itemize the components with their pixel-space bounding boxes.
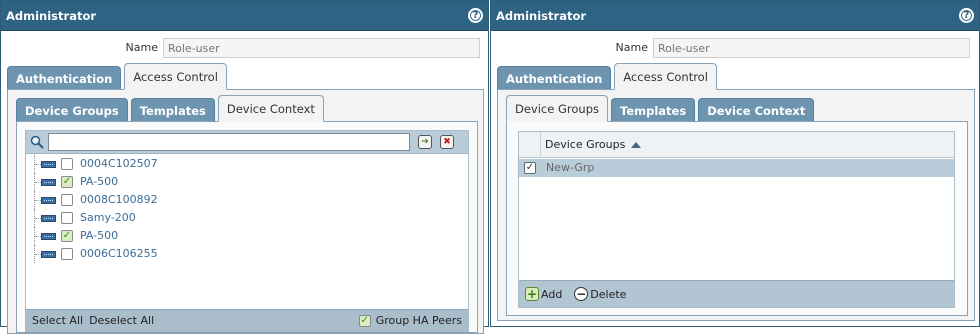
inner-tabs: Device Groups Templates Device Context: [16, 95, 327, 122]
plus-icon: +: [525, 287, 539, 301]
add-button[interactable]: + Add: [525, 287, 562, 301]
tab-authentication[interactable]: Authentication: [497, 66, 612, 90]
tab-access-control[interactable]: Access Control: [614, 63, 717, 90]
name-row: Name: [491, 38, 980, 58]
device-row[interactable]: 0008C100892: [26, 191, 468, 209]
tab-authentication[interactable]: Authentication: [7, 66, 122, 90]
name-input[interactable]: [653, 38, 970, 58]
tab-access-control[interactable]: Access Control: [124, 63, 227, 90]
help-icon[interactable]: ?: [959, 8, 974, 23]
device-list-box: ➜ ✖ 0004C102507 ✓ PA-500 0008C100892 Sam…: [25, 130, 469, 332]
firewall-device-icon: [41, 251, 56, 258]
grid-footer: + Add − Delete: [519, 280, 954, 307]
search-input[interactable]: [48, 133, 410, 151]
dialog-titlebar: Administrator ?: [491, 1, 979, 31]
device-row[interactable]: 0004C102507: [26, 155, 468, 173]
delete-label: Delete: [590, 287, 627, 301]
device-label: 0006C106255: [80, 247, 158, 260]
device-groups-panel: Device Groups ✓ New-Grp + Add − Delete: [506, 121, 968, 316]
column-header-text: Device Groups: [545, 138, 626, 151]
device-row[interactable]: ✓ PA-500: [26, 227, 468, 245]
minus-icon: −: [574, 287, 589, 301]
name-label: Name: [615, 41, 648, 54]
device-label: 0008C100892: [80, 193, 158, 206]
tab-templates[interactable]: Templates: [130, 98, 215, 122]
firewall-device-icon: [41, 197, 56, 204]
tree-connector: [34, 227, 41, 245]
search-bar: ➜ ✖: [26, 131, 468, 154]
device-label: PA-500: [80, 229, 119, 242]
outer-tabs: Authentication Access Control: [497, 63, 720, 90]
group-ha-peers-label: Group HA Peers: [375, 314, 462, 327]
grid-header: Device Groups: [519, 131, 954, 158]
device-row[interactable]: 0006C106255: [26, 245, 468, 263]
firewall-device-icon: [41, 161, 56, 168]
close-icon[interactable]: ✖: [440, 135, 454, 149]
name-label: Name: [125, 41, 158, 54]
sort-ascending-icon: [631, 142, 642, 148]
tree-connector: [34, 173, 41, 191]
device-checkbox[interactable]: [61, 212, 73, 224]
tree-connector: [34, 209, 41, 227]
table-row[interactable]: ✓ New-Grp: [519, 159, 954, 177]
firewall-device-icon: [41, 179, 56, 186]
name-row: Name: [1, 38, 490, 58]
device-checkbox[interactable]: ✓: [61, 230, 73, 242]
tree-connector: [34, 245, 41, 263]
device-checkbox[interactable]: ✓: [61, 176, 73, 188]
access-control-panel: Device Groups Templates Device Context ➜…: [7, 89, 484, 334]
device-label: 0004C102507: [80, 157, 158, 170]
help-icon[interactable]: ?: [468, 8, 483, 23]
outer-tabs: Authentication Access Control: [7, 63, 230, 90]
add-label: Add: [541, 287, 563, 301]
inner-tabs: Device Groups Templates Device Context: [506, 95, 817, 122]
tab-templates[interactable]: Templates: [611, 98, 696, 122]
right-dialog: Administrator ? Name Authentication Acce…: [490, 0, 980, 327]
arrow-right-icon[interactable]: ➜: [418, 135, 432, 149]
device-row[interactable]: Samy-200: [26, 209, 468, 227]
group-ha-peers-checkbox[interactable]: ✓: [358, 314, 371, 327]
device-checkbox[interactable]: [61, 248, 73, 260]
firewall-device-icon: [41, 215, 56, 222]
device-context-panel: ➜ ✖ 0004C102507 ✓ PA-500 0008C100892 Sam…: [16, 121, 478, 333]
dialog-title: Administrator: [496, 8, 587, 23]
dialog-titlebar: Administrator ?: [1, 1, 488, 31]
deselect-all-link[interactable]: Deselect All: [89, 314, 154, 327]
tab-device-context[interactable]: Device Context: [217, 95, 324, 122]
tab-device-groups[interactable]: Device Groups: [506, 95, 608, 122]
tree-connector: [34, 155, 41, 173]
firewall-device-icon: [41, 233, 56, 240]
device-label: Samy-200: [80, 211, 136, 224]
device-group-name: New-Grp: [546, 161, 595, 174]
device-checkbox[interactable]: [61, 194, 73, 206]
tab-device-groups[interactable]: Device Groups: [16, 98, 128, 122]
delete-button[interactable]: − Delete: [574, 287, 626, 301]
device-list-footer: Select All Deselect All ✓ Group HA Peers: [26, 309, 468, 331]
row-checkbox[interactable]: ✓: [524, 162, 536, 174]
name-input[interactable]: [163, 38, 480, 58]
device-tree: 0004C102507 ✓ PA-500 0008C100892 Samy-20…: [26, 155, 468, 263]
select-column-header[interactable]: [519, 131, 541, 158]
device-groups-grid: Device Groups ✓ New-Grp + Add − Delete: [518, 131, 955, 308]
dialog-title: Administrator: [6, 8, 97, 23]
device-checkbox[interactable]: [61, 158, 73, 170]
device-label: PA-500: [80, 175, 119, 188]
search-icon: [30, 135, 44, 149]
device-groups-column-header[interactable]: Device Groups: [545, 138, 642, 151]
select-all-link[interactable]: Select All: [32, 314, 83, 327]
tree-connector: [34, 191, 41, 209]
group-ha-peers-option[interactable]: ✓ Group HA Peers: [358, 314, 462, 327]
access-control-panel: Device Groups Templates Device Context D…: [497, 89, 975, 321]
tab-device-context[interactable]: Device Context: [698, 98, 815, 122]
device-row[interactable]: ✓ PA-500: [26, 173, 468, 191]
left-dialog: Administrator ? Name Authentication Acce…: [0, 0, 490, 334]
